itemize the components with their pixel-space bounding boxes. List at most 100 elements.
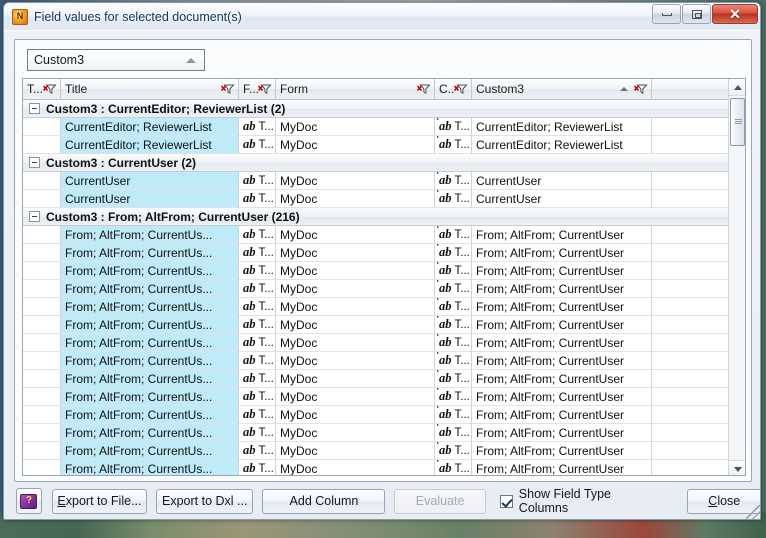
cell-custom3: From; AltFrom; CurrentUser — [472, 226, 652, 244]
table-row[interactable]: From; AltFrom; CurrentUs... ab T... MyDoc ab… — [23, 406, 745, 424]
field-values-window: N Field values for selected document(s) … — [3, 2, 761, 520]
scroll-down-button[interactable] — [729, 460, 745, 475]
cell-form: MyDoc — [276, 424, 435, 442]
collapse-expander-icon[interactable] — [29, 211, 40, 222]
cell-custom3: From; AltFrom; CurrentUser — [472, 424, 652, 442]
grid-header-row: T... Title F... Form C... Custom3 — [23, 79, 745, 100]
column-header-c[interactable]: C... — [435, 79, 472, 99]
filter-icon[interactable] — [634, 83, 648, 95]
cell-type-narrow — [23, 190, 61, 208]
cell-form-type: ab T... — [239, 388, 276, 406]
help-button[interactable] — [16, 488, 42, 514]
cell-type-narrow — [23, 460, 61, 475]
content-panel: Custom3 T... Title F... Form C... Custom3 Cus… — [14, 39, 752, 482]
cell-filler — [652, 316, 740, 334]
cell-custom3-type: ab T... — [435, 226, 472, 244]
table-row[interactable]: From; AltFrom; CurrentUs... ab T... MyDoc ab… — [23, 244, 745, 262]
collapse-expander-icon[interactable] — [29, 103, 40, 114]
table-row[interactable]: CurrentUser ab T... MyDoc ab T... CurrentUser — [23, 172, 745, 190]
minimize-button[interactable] — [652, 4, 681, 24]
column-header-title[interactable]: Title — [61, 79, 239, 99]
cell-form-type: ab T... — [239, 262, 276, 280]
cell-filler — [652, 352, 740, 370]
table-row[interactable]: From; AltFrom; CurrentUs... ab T... MyDoc ab… — [23, 316, 745, 334]
cell-custom3: CurrentUser — [472, 172, 652, 190]
filter-icon[interactable] — [221, 83, 235, 95]
cell-type-narrow — [23, 172, 61, 190]
column-header-label: T... — [27, 82, 43, 96]
filter-icon[interactable] — [417, 83, 431, 95]
filter-icon[interactable] — [43, 83, 57, 95]
export-to-dxl-button[interactable]: Export to Dxl ... — [156, 488, 254, 514]
column-header-t[interactable]: T... — [23, 79, 61, 99]
minimize-icon — [661, 12, 672, 16]
cell-form: MyDoc — [276, 334, 435, 352]
cell-title: From; AltFrom; CurrentUs... — [61, 226, 239, 244]
table-row[interactable]: From; AltFrom; CurrentUs... ab T... MyDoc ab… — [23, 442, 745, 460]
cell-custom3: From; AltFrom; CurrentUser — [472, 262, 652, 280]
table-row[interactable]: CurrentEditor; ReviewerList ab T... MyDoc ab… — [23, 118, 745, 136]
cell-custom3: From; AltFrom; CurrentUser — [472, 406, 652, 424]
column-header-label: Title — [65, 82, 88, 96]
table-row[interactable]: CurrentUser ab T... MyDoc ab T... CurrentUser — [23, 190, 745, 208]
cell-form-type: ab T... — [239, 190, 276, 208]
cell-custom3-type: ab T... — [435, 262, 472, 280]
scroll-up-button[interactable] — [729, 79, 745, 96]
cell-custom3-type: ab T... — [435, 280, 472, 298]
table-row[interactable]: From; AltFrom; CurrentUs... ab T... MyDoc ab… — [23, 424, 745, 442]
cell-title: From; AltFrom; CurrentUs... — [61, 244, 239, 262]
cell-filler — [652, 190, 740, 208]
column-header-f[interactable]: F... — [239, 79, 276, 99]
cell-form: MyDoc — [276, 244, 435, 262]
column-header-filler[interactable] — [652, 79, 740, 99]
cell-custom3: CurrentEditor; ReviewerList — [472, 136, 652, 154]
table-row[interactable]: From; AltFrom; CurrentUs... ab T... MyDoc ab… — [23, 226, 745, 244]
cell-custom3-type: ab T... — [435, 244, 472, 262]
table-row[interactable]: From; AltFrom; CurrentUs... ab T... MyDoc ab… — [23, 352, 745, 370]
table-row[interactable]: CurrentEditor; ReviewerList ab T... MyDoc ab… — [23, 136, 745, 154]
cell-type-narrow — [23, 226, 61, 244]
column-header-label: C... — [439, 82, 454, 96]
table-row[interactable]: From; AltFrom; CurrentUs... ab T... MyDoc ab… — [23, 460, 745, 475]
vertical-scrollbar[interactable] — [728, 79, 745, 475]
table-row[interactable]: From; AltFrom; CurrentUs... ab T... MyDoc ab… — [23, 298, 745, 316]
cell-title: From; AltFrom; CurrentUs... — [61, 424, 239, 442]
table-row[interactable]: From; AltFrom; CurrentUs... ab T... MyDoc ab… — [23, 388, 745, 406]
grid-body[interactable]: Custom3 : CurrentEditor; ReviewerList (2… — [23, 100, 745, 475]
cell-title: CurrentEditor; ReviewerList — [61, 136, 239, 154]
cell-title: CurrentUser — [61, 190, 239, 208]
close-window-button[interactable]: ✕ — [712, 4, 758, 24]
column-header-label: Custom3 — [476, 82, 525, 96]
field-selector-combobox[interactable]: Custom3 — [27, 49, 205, 71]
cell-custom3: From; AltFrom; CurrentUser — [472, 280, 652, 298]
table-row[interactable]: From; AltFrom; CurrentUs... ab T... MyDoc ab… — [23, 334, 745, 352]
cell-type-narrow — [23, 406, 61, 424]
column-header-custom3[interactable]: Custom3 — [472, 79, 652, 99]
group-header-row[interactable]: Custom3 : From; AltFrom; CurrentUser (21… — [23, 208, 745, 226]
resize-grip[interactable] — [746, 505, 760, 519]
show-field-type-columns-checkbox[interactable]: Show Field Type Columns — [499, 487, 663, 515]
help-book-icon — [20, 493, 38, 509]
filter-icon[interactable] — [454, 83, 468, 95]
column-header-form[interactable]: Form — [276, 79, 435, 99]
evaluate-button[interactable]: Evaluate — [394, 488, 486, 514]
cell-type-narrow — [23, 370, 61, 388]
group-header-row[interactable]: Custom3 : CurrentEditor; ReviewerList (2… — [23, 100, 745, 118]
table-row[interactable]: From; AltFrom; CurrentUs... ab T... MyDoc ab… — [23, 262, 745, 280]
cell-form: MyDoc — [276, 280, 435, 298]
cell-custom3: From; AltFrom; CurrentUser — [472, 352, 652, 370]
cell-form-type: ab T... — [239, 334, 276, 352]
filter-icon[interactable] — [258, 83, 272, 95]
checkbox-checked-icon — [499, 494, 513, 508]
cell-custom3: From; AltFrom; CurrentUser — [472, 388, 652, 406]
export-to-file-button[interactable]: Export to File... — [51, 488, 148, 514]
cell-form: MyDoc — [276, 406, 435, 424]
table-row[interactable]: From; AltFrom; CurrentUs... ab T... MyDoc ab… — [23, 280, 745, 298]
cell-filler — [652, 118, 740, 136]
restore-button[interactable] — [682, 4, 711, 24]
add-column-button[interactable]: Add Column — [262, 488, 386, 514]
scrollbar-thumb[interactable] — [730, 98, 745, 146]
group-header-row[interactable]: Custom3 : CurrentUser (2) — [23, 154, 745, 172]
collapse-expander-icon[interactable] — [29, 157, 40, 168]
table-row[interactable]: From; AltFrom; CurrentUs... ab T... MyDoc ab… — [23, 370, 745, 388]
